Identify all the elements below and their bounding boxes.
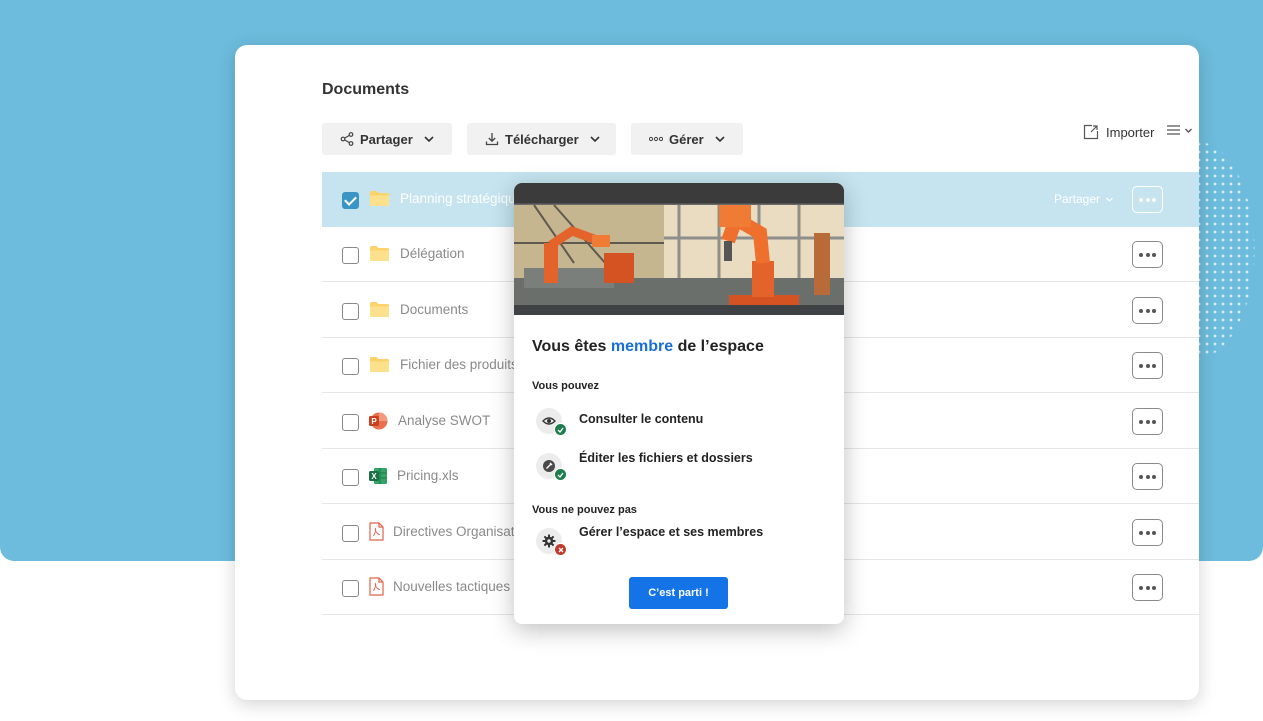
chevron-down-icon [424,136,434,143]
cross-icon [554,543,567,556]
more-options-button[interactable] [1132,297,1163,324]
row-share-button[interactable]: Partager [1054,192,1114,206]
onboarding-dialog: Vous êtes membre de l’espace Vous pouvez… [514,183,844,624]
dialog-title-role: membre [610,338,674,355]
manage-button[interactable]: Gérer [631,123,743,155]
folder-icon [370,246,389,261]
import-button[interactable]: Importer [1083,123,1154,141]
more-horizontal-icon [649,136,663,142]
chevron-down-icon [1185,128,1192,133]
page-title: Documents [322,81,410,98]
download-button-label: Télécharger [505,131,579,147]
row-checkbox[interactable] [342,469,359,486]
pdf-icon [369,522,384,541]
permission-label: Consulter le contenu [579,412,704,426]
file-name: Documents [400,302,469,317]
permission-label: Éditer les fichiers et dossiers [579,451,753,465]
more-options-button[interactable] [1132,352,1163,379]
share-button[interactable]: Partager [322,123,452,155]
more-options-button[interactable] [1132,519,1163,546]
row-share-label: Partager [1054,192,1101,206]
svg-text:X: X [371,472,377,481]
more-options-button[interactable] [1132,463,1163,490]
more-options-button[interactable] [1132,408,1163,435]
row-checkbox[interactable] [342,580,359,597]
check-icon [554,468,567,481]
file-name: Nouvelles tactiques [393,579,511,594]
chevron-down-icon [590,136,600,143]
dialog-title-suffix: de l’espace [677,338,764,355]
more-options-button[interactable] [1132,186,1163,213]
import-icon [1083,124,1099,140]
folder-icon [370,302,389,317]
chevron-down-icon [715,136,725,143]
svg-text:P: P [371,417,377,426]
more-options-button[interactable] [1132,574,1163,601]
view-menu-button[interactable] [1167,125,1193,135]
get-started-button[interactable]: C’est parti ! [629,577,728,609]
share-button-label: Partager [360,131,413,147]
file-name: Délégation [400,246,465,261]
file-name: Analyse SWOT [398,413,491,428]
share-icon [340,132,354,146]
import-button-label: Importer [1106,124,1155,140]
file-name: Pricing.xls [397,468,459,483]
manage-button-label: Gérer [669,131,704,147]
powerpoint-icon: P [369,412,388,430]
download-button[interactable]: Télécharger [467,123,616,155]
excel-icon: X [369,468,387,484]
download-icon [485,133,499,146]
dialog-title-prefix: Vous êtes [532,338,607,355]
row-checkbox[interactable] [342,358,359,375]
chevron-down-icon [1106,197,1113,202]
row-checkbox[interactable] [342,192,359,209]
permission-label: Gérer l’espace et ses membres [579,525,764,539]
file-name: Directives Organisat [393,524,515,539]
row-checkbox[interactable] [342,414,359,431]
cannot-section-label: Vous ne pouvez pas [532,504,637,516]
dialog-title: Vous êtes membre de l’espace [532,338,764,356]
pdf-icon [369,577,384,596]
list-view-icon [1167,125,1180,135]
more-options-button[interactable] [1132,241,1163,268]
file-name: Fichier des produits [400,357,518,372]
factory-robot-illustration [514,183,844,315]
row-checkbox[interactable] [342,525,359,542]
folder-icon [370,191,389,206]
folder-icon [370,357,389,372]
row-checkbox[interactable] [342,303,359,320]
check-icon [554,423,567,436]
dot-pattern-decoration [1195,140,1255,360]
can-section-label: Vous pouvez [532,380,600,392]
row-checkbox[interactable] [342,247,359,264]
file-name: Planning stratégique [400,191,524,206]
